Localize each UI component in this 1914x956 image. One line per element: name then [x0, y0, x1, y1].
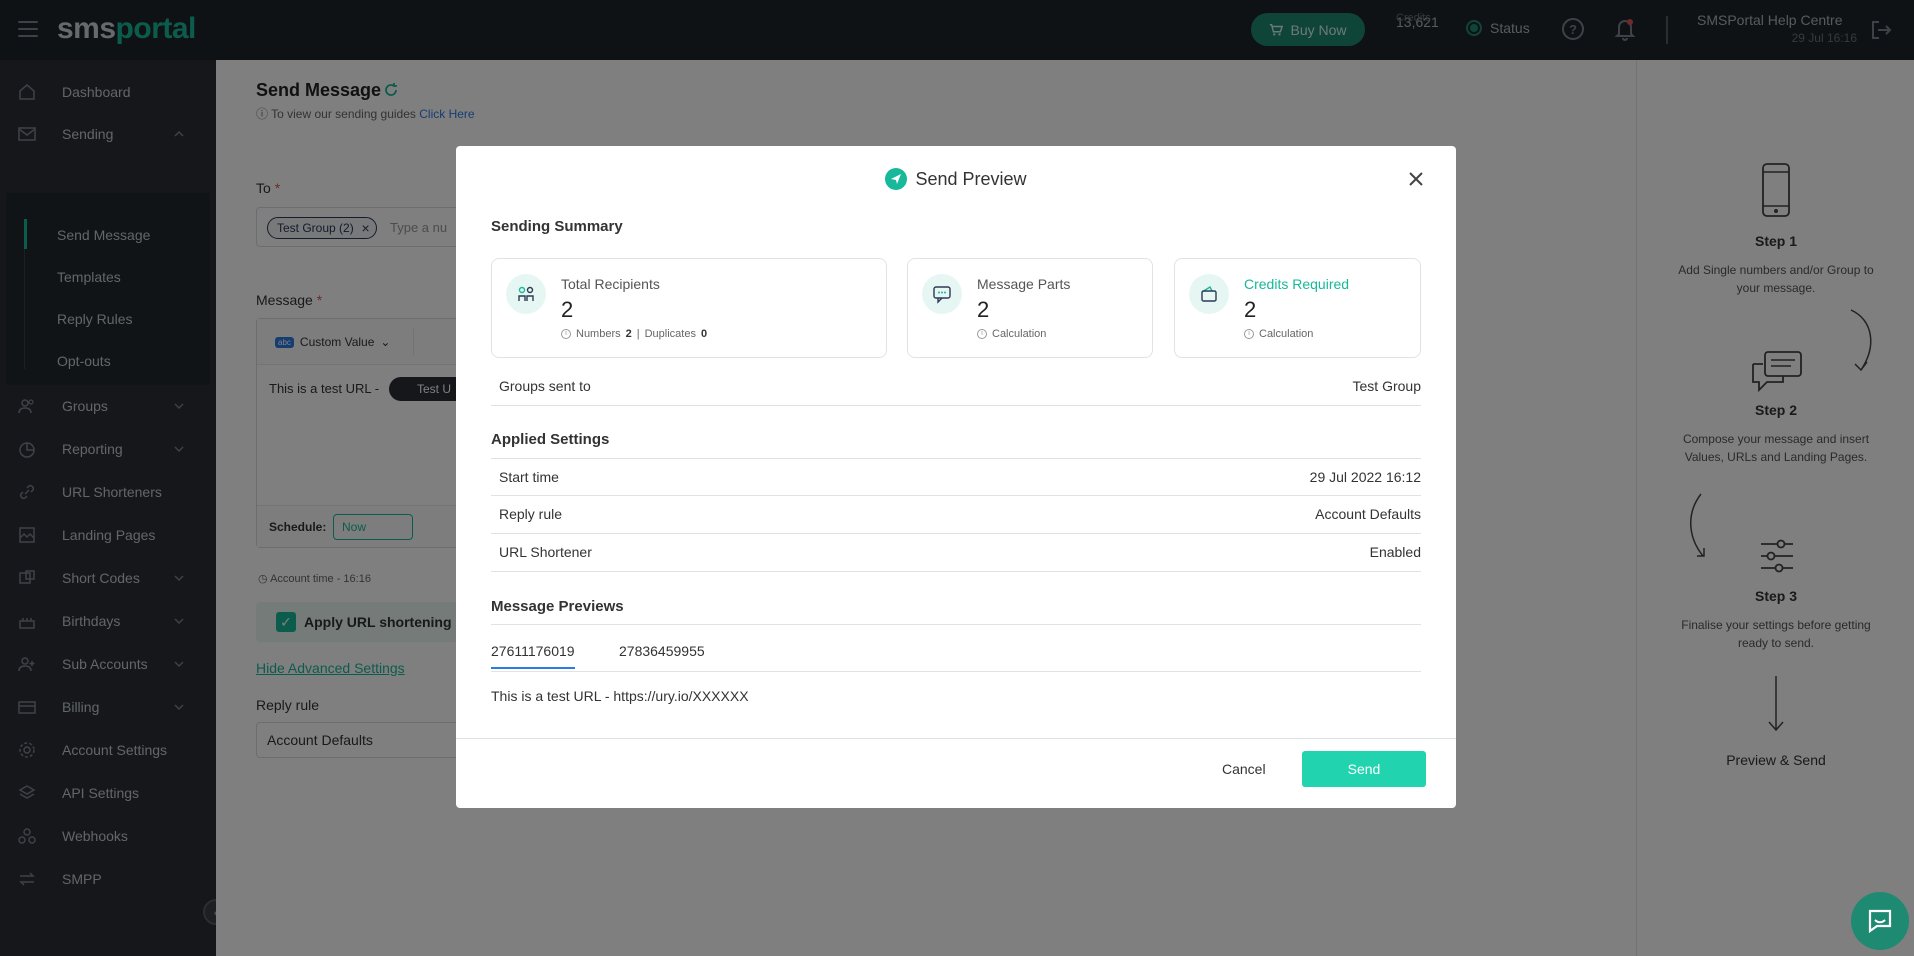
- breakdown-separator: |: [636, 328, 640, 340]
- calculation-label: Calculation: [1259, 328, 1314, 340]
- calculation-label: Calculation: [992, 328, 1047, 340]
- close-icon[interactable]: [1407, 170, 1425, 188]
- message-parts-card: Message Parts 2 i Calculation: [907, 258, 1153, 358]
- send-button[interactable]: Send: [1302, 751, 1426, 787]
- numbers-value: 2: [625, 328, 632, 340]
- paper-plane-icon: [885, 168, 908, 190]
- total-recipients-card: Total Recipients 2 i Numbers 2 | Duplicates 0: [491, 258, 887, 358]
- message-parts-calculation[interactable]: i Calculation: [977, 328, 1046, 340]
- preview-tabs: 27611176019 27836459955: [491, 624, 1421, 672]
- settings-row-url-shortener: URL Shortener Enabled: [491, 534, 1421, 572]
- modal-footer: Cancel Send: [456, 738, 1456, 808]
- settings-row-reply-rule: Reply rule Account Defaults: [491, 496, 1421, 534]
- tab-preview-2[interactable]: 27836459955: [619, 643, 705, 659]
- message-parts-value: 2: [977, 297, 990, 322]
- modal-header: Send Preview: [456, 168, 1456, 190]
- total-recipients-title: Total Recipients: [561, 276, 660, 292]
- recipients-icon: [506, 274, 546, 314]
- message-parts-icon: [922, 274, 962, 314]
- credits-required-title: Credits Required: [1244, 276, 1350, 292]
- message-parts-title: Message Parts: [977, 276, 1071, 292]
- send-preview-modal: Send Preview Sending Summary Total Recip…: [456, 146, 1456, 808]
- credits-calculation[interactable]: i Calculation: [1244, 328, 1313, 340]
- sending-summary-title: Sending Summary: [491, 218, 623, 235]
- numbers-label: Numbers: [576, 328, 621, 340]
- setting-key: URL Shortener: [499, 544, 592, 560]
- wallet-icon: [1189, 274, 1229, 314]
- setting-value: Enabled: [1369, 544, 1421, 560]
- cancel-button[interactable]: Cancel: [1222, 761, 1266, 777]
- setting-key: Start time: [499, 469, 559, 485]
- groups-sent-to-label: Groups sent to: [499, 378, 591, 394]
- info-icon: i: [1244, 329, 1254, 339]
- tab-preview-1[interactable]: 27611176019: [491, 643, 575, 669]
- total-recipients-value: 2: [561, 297, 574, 322]
- preview-message-text: This is a test URL - https://ury.io/XXXX…: [491, 688, 749, 704]
- info-icon: i: [561, 329, 571, 339]
- chat-icon: [1868, 909, 1892, 934]
- setting-key: Reply rule: [499, 506, 563, 522]
- info-icon: i: [977, 329, 987, 339]
- setting-value: Account Defaults: [1315, 506, 1421, 522]
- message-previews-title: Message Previews: [491, 598, 624, 615]
- duplicates-label: Duplicates: [644, 328, 696, 340]
- credits-required-card: Credits Required 2 i Calculation: [1174, 258, 1421, 358]
- credits-required-value: 2: [1244, 297, 1257, 322]
- settings-row-start-time: Start time 29 Jul 2022 16:12: [491, 458, 1421, 496]
- chat-support-button[interactable]: [1851, 892, 1909, 950]
- recipients-breakdown: i Numbers 2 | Duplicates 0: [561, 328, 707, 340]
- applied-settings-title: Applied Settings: [491, 431, 610, 448]
- duplicates-value: 0: [700, 328, 708, 340]
- groups-sent-to-row: Groups sent to Test Group: [491, 368, 1421, 406]
- groups-sent-to-value: Test Group: [1352, 378, 1421, 394]
- setting-value: 29 Jul 2022 16:12: [1309, 469, 1421, 485]
- modal-title: Send Preview: [915, 168, 1027, 189]
